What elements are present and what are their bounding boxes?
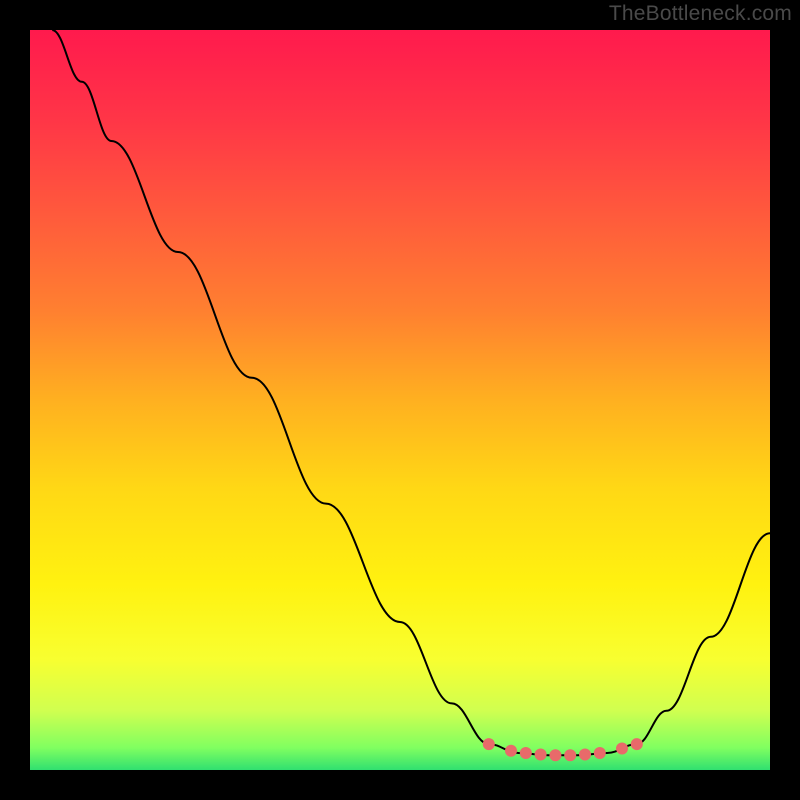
chart-plot-area	[30, 30, 770, 770]
valley-marker	[616, 743, 628, 755]
valley-marker	[579, 748, 591, 760]
valley-marker	[535, 748, 547, 760]
valley-marker	[594, 747, 606, 759]
valley-marker	[520, 747, 532, 759]
valley-marker	[549, 749, 561, 761]
watermark-text: TheBottleneck.com	[609, 2, 792, 26]
valley-marker	[505, 745, 517, 757]
valley-marker	[564, 749, 576, 761]
valley-marker	[483, 738, 495, 750]
chart-svg	[30, 30, 770, 770]
chart-background	[30, 30, 770, 770]
valley-marker	[631, 738, 643, 750]
